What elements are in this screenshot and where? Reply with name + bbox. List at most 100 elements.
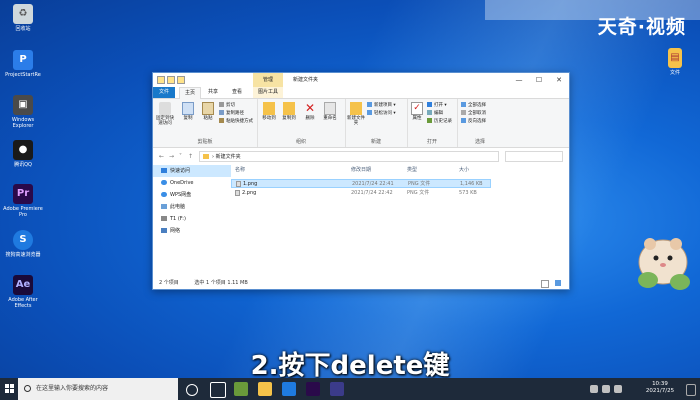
column-header-date[interactable]: 修改日期 bbox=[351, 165, 371, 175]
pin-icon bbox=[159, 102, 171, 115]
notification-center-icon[interactable] bbox=[686, 384, 696, 396]
clock-time: 10:39 bbox=[652, 381, 668, 387]
cut-label: 剪切 bbox=[226, 103, 235, 108]
taskbar-app-icon[interactable] bbox=[282, 382, 296, 396]
column-header-size[interactable]: 大小 bbox=[459, 165, 469, 175]
properties-button[interactable]: ✓ 属性 bbox=[408, 102, 426, 121]
desktop-icon-qq[interactable]: ● 腾讯QQ bbox=[3, 140, 43, 168]
ribbon-group-label: 组织 bbox=[295, 139, 306, 145]
desktop-icon-explorer[interactable]: ▣ Windows Explorer bbox=[3, 95, 43, 129]
nav-item-quick-access[interactable]: 快速访问 bbox=[153, 165, 231, 177]
select-all-button[interactable]: 全部选择 bbox=[461, 102, 486, 109]
nav-item-wps-drive[interactable]: WPS网盘 bbox=[153, 189, 231, 201]
ribbon-tabs: 文件 主页 共享 查看 图片工具 bbox=[153, 87, 569, 100]
properties-icon[interactable] bbox=[177, 76, 185, 84]
file-row[interactable]: 2.png 2021/7/24 22:42 PNG 文件 573 KB bbox=[231, 189, 491, 198]
tab-file[interactable]: 文件 bbox=[153, 87, 175, 98]
nav-label: T1 (F:) bbox=[170, 216, 186, 222]
folder-icon bbox=[203, 154, 209, 159]
taskbar-app-icon[interactable] bbox=[234, 382, 248, 396]
select-none-button[interactable]: 全部取消 bbox=[461, 110, 486, 117]
desktop-icon-label: 文件 bbox=[669, 70, 680, 76]
window-titlebar[interactable]: 管理 新建文件夹 — ☐ ✕ bbox=[153, 73, 569, 87]
minimize-button[interactable]: — bbox=[509, 73, 529, 87]
nav-item-network[interactable]: 网络 bbox=[153, 225, 231, 237]
file-row[interactable]: 1.png 2021/7/24 22:41 PNG 文件 1,146 KB bbox=[231, 179, 491, 188]
nav-item-this-pc[interactable]: 此电脑 bbox=[153, 201, 231, 213]
tab-picture-tools[interactable]: 图片工具 bbox=[253, 87, 284, 98]
desktop-icon-projectstart[interactable]: P ProjectStartRe bbox=[3, 50, 43, 78]
system-clock[interactable]: 10:39 2021/7/25 bbox=[640, 381, 680, 395]
taskbar-search-box[interactable]: 在这里输入你要搜索的内容 bbox=[18, 378, 178, 400]
nav-item-drive-f[interactable]: T1 (F:) bbox=[153, 213, 231, 225]
ribbon-group-clipboard: 固定到快速访问 复制 粘贴 剪切 复制路径 粘贴快捷方式 剪贴板 bbox=[153, 99, 258, 147]
desktop-icon-label: Windows Explorer bbox=[11, 117, 35, 129]
delete-button[interactable]: ✕ 删除 bbox=[301, 101, 319, 122]
move-to-button[interactable]: 移动到 bbox=[260, 102, 278, 121]
rename-button[interactable]: 重命名 bbox=[321, 102, 339, 121]
column-header-name[interactable]: 名称 bbox=[235, 165, 245, 175]
ribbon: 固定到快速访问 复制 粘贴 剪切 复制路径 粘贴快捷方式 剪贴板 移动到 复制到… bbox=[153, 99, 569, 148]
nav-label: WPS网盘 bbox=[170, 192, 192, 198]
copy-icon bbox=[182, 102, 194, 115]
desktop-icon-sogou-browser[interactable]: S 搜狗高速浏览器 bbox=[3, 230, 43, 258]
tab-view[interactable]: 查看 bbox=[227, 87, 247, 98]
window-title: 新建文件夹 bbox=[293, 77, 319, 83]
paste-button[interactable]: 粘贴 bbox=[199, 102, 217, 121]
premiere-taskbar-icon[interactable] bbox=[306, 382, 320, 396]
search-input[interactable] bbox=[505, 151, 563, 162]
file-explorer-taskbar-icon[interactable] bbox=[258, 382, 272, 396]
easy-access-icon bbox=[367, 110, 372, 115]
network-icon[interactable] bbox=[602, 385, 610, 393]
desktop-icon-recycle-bin[interactable]: ♻ 回收站 bbox=[3, 4, 43, 32]
task-view-icon[interactable] bbox=[210, 382, 226, 398]
address-bar[interactable]: › 新建文件夹 bbox=[199, 151, 499, 162]
copy-path-button[interactable]: 复制路径 bbox=[219, 110, 244, 117]
back-button[interactable]: ← bbox=[159, 153, 164, 160]
copy-to-button[interactable]: 复制到 bbox=[280, 102, 298, 121]
network-icon bbox=[161, 228, 167, 233]
copy-button[interactable]: 复制 bbox=[179, 102, 197, 121]
drive-icon bbox=[161, 216, 167, 221]
recent-locations-button[interactable]: ˅ bbox=[179, 153, 182, 160]
nav-item-onedrive[interactable]: OneDrive bbox=[153, 177, 231, 189]
new-item-button[interactable]: 新建项目 ▾ bbox=[367, 102, 396, 109]
large-icons-view-icon[interactable] bbox=[555, 280, 561, 286]
sogou-browser-icon: S bbox=[13, 230, 33, 250]
context-tab-manage[interactable]: 管理 bbox=[253, 73, 283, 87]
taskbar-app-icon[interactable] bbox=[330, 382, 344, 396]
paste-shortcut-label: 粘贴快捷方式 bbox=[226, 119, 253, 124]
edit-button[interactable]: 编辑 bbox=[427, 110, 443, 117]
maximize-button[interactable]: ☐ bbox=[529, 73, 549, 87]
status-bar: 2 个项目 选中 1 个项目 1.11 MB bbox=[153, 277, 567, 289]
desktop-icon-premiere[interactable]: Pr Adobe Premiere Pro bbox=[3, 184, 43, 218]
ribbon-group-open: ✓ 属性 打开 ▾ 编辑 历史记录 打开 bbox=[407, 99, 458, 147]
tab-share[interactable]: 共享 bbox=[203, 87, 223, 98]
folder-icon[interactable] bbox=[157, 76, 165, 84]
tray-icon[interactable] bbox=[590, 385, 598, 393]
cut-button[interactable]: 剪切 bbox=[219, 102, 235, 109]
column-header-type[interactable]: 类型 bbox=[407, 165, 417, 175]
history-button[interactable]: 历史记录 bbox=[427, 118, 452, 125]
quick-access-toolbar bbox=[157, 76, 187, 84]
document-icon: ▤ bbox=[668, 48, 682, 68]
desktop-icon-after-effects[interactable]: Ae Adobe After Effects bbox=[3, 275, 43, 309]
new-item-label: 新建项目 ▾ bbox=[374, 103, 396, 108]
paste-shortcut-button[interactable]: 粘贴快捷方式 bbox=[219, 118, 253, 125]
open-button[interactable]: 打开 ▾ bbox=[427, 102, 447, 109]
up-button[interactable]: ↑ bbox=[188, 153, 193, 160]
volume-icon[interactable] bbox=[614, 385, 622, 393]
save-icon[interactable] bbox=[167, 76, 175, 84]
pin-quick-access-button[interactable]: 固定到快速访问 bbox=[156, 102, 174, 126]
forward-button[interactable]: → bbox=[169, 153, 174, 160]
close-button[interactable]: ✕ bbox=[549, 73, 569, 87]
invert-selection-button[interactable]: 反向选择 bbox=[461, 118, 486, 125]
delete-x-icon: ✕ bbox=[304, 101, 316, 115]
details-view-icon[interactable] bbox=[541, 280, 549, 288]
new-folder-button[interactable]: 新建文件夹 bbox=[347, 102, 365, 126]
desktop-icon-file-right[interactable]: ▤ 文件 bbox=[655, 48, 695, 76]
easy-access-button[interactable]: 轻松访问 ▾ bbox=[367, 110, 396, 117]
file-date: 2021/7/24 22:42 bbox=[351, 190, 393, 196]
start-button[interactable] bbox=[0, 378, 18, 400]
cortana-icon[interactable] bbox=[186, 384, 198, 396]
